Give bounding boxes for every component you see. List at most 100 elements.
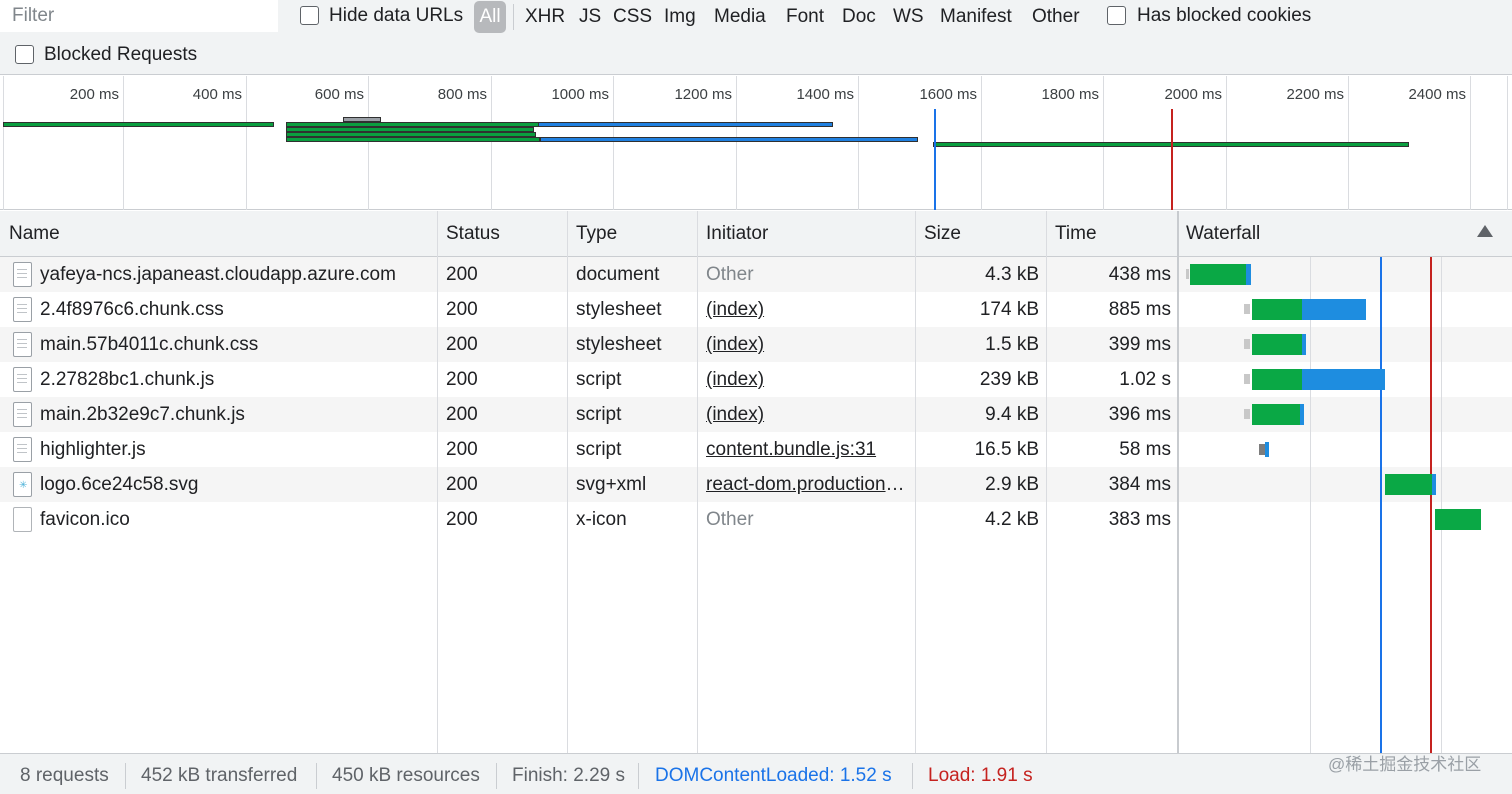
type-filter-ws[interactable]: WS bbox=[893, 2, 924, 32]
request-count: 8 requests bbox=[20, 765, 109, 786]
waterfall-gridline bbox=[1310, 257, 1311, 753]
hide-data-urls-label[interactable]: Hide data URLs bbox=[329, 5, 463, 27]
request-size: 16.5 kB bbox=[974, 439, 1039, 460]
column-divider[interactable] bbox=[1177, 211, 1179, 753]
overview-bar-document bbox=[3, 122, 274, 127]
column-header-initiator[interactable]: Initiator bbox=[697, 211, 768, 257]
table-header: Name Status Type Initiator Size Time Wat… bbox=[0, 211, 1512, 257]
overview-gridline bbox=[613, 76, 614, 210]
hide-data-urls-checkbox[interactable] bbox=[300, 6, 319, 25]
status-divider bbox=[638, 763, 639, 789]
request-initiator: Other bbox=[706, 264, 754, 285]
table-row[interactable]: favicon.ico 200 x-icon Other 4.2 kB 383 … bbox=[0, 502, 1512, 537]
type-filter-other[interactable]: Other bbox=[1032, 2, 1080, 32]
table-row[interactable]: ✳ logo.6ce24c58.svg 200 svg+xml react-do… bbox=[0, 467, 1512, 502]
request-time: 885 ms bbox=[1108, 299, 1171, 320]
request-time: 58 ms bbox=[1119, 439, 1171, 460]
type-filter-css[interactable]: CSS bbox=[613, 2, 652, 32]
request-name: 2.27828bc1.chunk.js bbox=[40, 369, 215, 390]
request-status: 200 bbox=[446, 439, 478, 460]
request-type: stylesheet bbox=[576, 334, 662, 355]
blocked-requests-checkbox[interactable] bbox=[15, 45, 34, 64]
overview-tick-label: 2000 ms bbox=[1164, 86, 1222, 103]
request-initiator-link[interactable]: react-dom.production.min.js bbox=[706, 467, 908, 502]
request-name: logo.6ce24c58.svg bbox=[40, 474, 199, 495]
waterfall-stalled bbox=[1244, 339, 1250, 349]
column-divider[interactable] bbox=[567, 211, 568, 753]
waterfall-download bbox=[1302, 369, 1385, 390]
waterfall-waiting bbox=[1190, 264, 1246, 285]
request-initiator-link[interactable]: (index) bbox=[706, 397, 908, 432]
type-filter-xhr[interactable]: XHR bbox=[525, 2, 565, 32]
column-divider[interactable] bbox=[915, 211, 916, 753]
filter-input[interactable] bbox=[0, 0, 278, 32]
request-size: 174 kB bbox=[979, 299, 1039, 320]
network-toolbar: Hide data URLs All XHR JS CSS Img Media … bbox=[0, 0, 1512, 75]
has-blocked-cookies-label[interactable]: Has blocked cookies bbox=[1137, 5, 1311, 27]
column-header-status[interactable]: Status bbox=[437, 211, 500, 257]
sort-ascending-icon[interactable] bbox=[1477, 225, 1493, 237]
request-size: 4.3 kB bbox=[985, 264, 1039, 285]
request-size: 4.2 kB bbox=[985, 509, 1039, 530]
overview-bar-chunk-js bbox=[286, 137, 540, 142]
request-initiator: Other bbox=[706, 509, 754, 530]
blank-file-icon bbox=[13, 507, 32, 532]
column-divider[interactable] bbox=[697, 211, 698, 753]
overview-gridline bbox=[123, 76, 124, 210]
waterfall-waiting bbox=[1252, 369, 1302, 390]
column-header-type[interactable]: Type bbox=[567, 211, 617, 257]
waterfall-waiting bbox=[1435, 509, 1481, 530]
file-icon bbox=[13, 367, 32, 392]
timeline-overview[interactable]: 200 ms 400 ms 600 ms 800 ms 1000 ms 1200… bbox=[0, 76, 1512, 210]
column-header-size[interactable]: Size bbox=[915, 211, 961, 257]
column-divider[interactable] bbox=[437, 211, 438, 753]
waterfall-download bbox=[1302, 299, 1366, 320]
overview-gridline bbox=[368, 76, 369, 210]
request-name: favicon.ico bbox=[40, 509, 130, 530]
request-type: script bbox=[576, 439, 622, 460]
overview-gridline bbox=[736, 76, 737, 210]
waterfall-download bbox=[1300, 404, 1304, 425]
status-divider bbox=[496, 763, 497, 789]
column-header-time[interactable]: Time bbox=[1046, 211, 1097, 257]
table-row[interactable]: highlighter.js 200 script content.bundle… bbox=[0, 432, 1512, 467]
has-blocked-cookies-checkbox[interactable] bbox=[1107, 6, 1126, 25]
table-row[interactable]: yafeya-ncs.japaneast.cloudapp.azure.com … bbox=[0, 257, 1512, 292]
type-filter-all[interactable]: All bbox=[474, 1, 506, 33]
type-filter-font[interactable]: Font bbox=[786, 2, 824, 32]
request-initiator-link[interactable]: (index) bbox=[706, 292, 908, 327]
request-initiator-link[interactable]: (index) bbox=[706, 327, 908, 362]
type-filter-media[interactable]: Media bbox=[714, 2, 766, 32]
type-filter-js[interactable]: JS bbox=[579, 2, 601, 32]
watermark: @稀土掘金技术社区 bbox=[1328, 755, 1482, 774]
request-name: main.2b32e9c7.chunk.js bbox=[40, 404, 245, 425]
waterfall-load-marker bbox=[1430, 257, 1432, 753]
column-header-waterfall[interactable]: Waterfall bbox=[1177, 211, 1260, 257]
request-type: document bbox=[576, 264, 660, 285]
overview-domcontentloaded-marker bbox=[934, 109, 936, 210]
request-time: 396 ms bbox=[1108, 404, 1171, 425]
status-divider bbox=[912, 763, 913, 789]
overview-gridline bbox=[3, 76, 4, 210]
type-filter-doc[interactable]: Doc bbox=[842, 2, 876, 32]
status-bar: 8 requests 452 kB transferred 450 kB res… bbox=[0, 753, 1512, 794]
request-initiator-link[interactable]: content.bundle.js:31 bbox=[706, 432, 908, 467]
request-status: 200 bbox=[446, 509, 478, 530]
overview-load-marker bbox=[1171, 109, 1173, 210]
overview-gridline bbox=[491, 76, 492, 210]
type-filter-img[interactable]: Img bbox=[664, 2, 696, 32]
waterfall-download bbox=[1246, 264, 1251, 285]
request-time: 1.02 s bbox=[1119, 369, 1171, 390]
request-status: 200 bbox=[446, 299, 478, 320]
overview-tick-label: 200 ms bbox=[69, 86, 119, 103]
request-initiator-link[interactable]: (index) bbox=[706, 362, 908, 397]
overview-gridline bbox=[246, 76, 247, 210]
status-divider bbox=[316, 763, 317, 789]
document-icon bbox=[13, 262, 32, 287]
file-icon bbox=[13, 437, 32, 462]
type-filter-manifest[interactable]: Manifest bbox=[940, 2, 1012, 32]
column-divider[interactable] bbox=[1046, 211, 1047, 753]
column-header-name[interactable]: Name bbox=[0, 211, 60, 257]
blocked-requests-label[interactable]: Blocked Requests bbox=[44, 44, 197, 66]
request-time: 383 ms bbox=[1108, 509, 1171, 530]
